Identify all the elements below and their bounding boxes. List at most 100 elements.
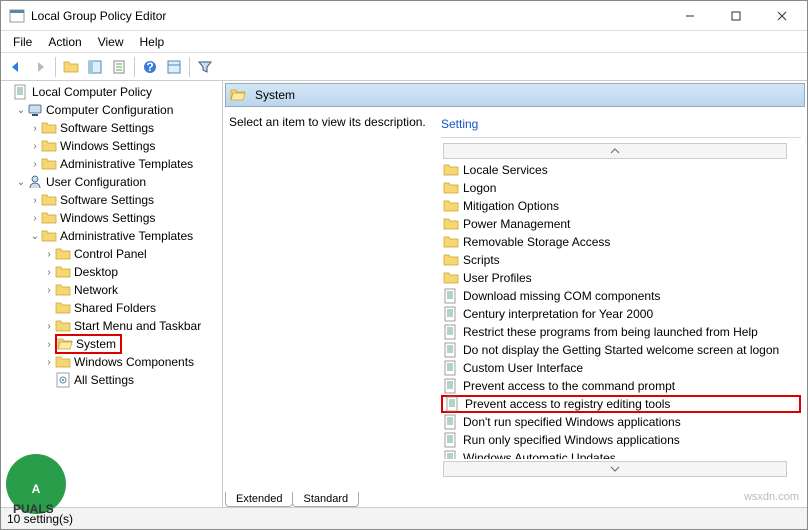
- folder-icon: [55, 282, 71, 298]
- expand-toggle[interactable]: ›: [29, 159, 41, 170]
- tree-cc-administrative-templates[interactable]: ›Administrative Templates: [29, 155, 222, 173]
- expand-toggle[interactable]: ›: [29, 123, 41, 134]
- setting-item-cmd[interactable]: Prevent access to the command prompt: [441, 377, 801, 395]
- tree-shared-folders[interactable]: Shared Folders: [43, 299, 222, 317]
- folder-icon: [55, 300, 71, 316]
- scroll-down-button[interactable]: [443, 461, 787, 477]
- tree-label: User Configuration: [46, 175, 146, 189]
- folder-icon: [55, 354, 71, 370]
- computer-icon: [27, 102, 43, 118]
- tree-user-configuration[interactable]: ⌄ User Configuration: [15, 173, 222, 191]
- setting-item-updates[interactable]: Windows Automatic Updates: [441, 449, 801, 459]
- menu-view[interactable]: View: [90, 33, 132, 51]
- folder-icon: [41, 156, 57, 172]
- expand-toggle[interactable]: ›: [43, 249, 55, 260]
- expand-toggle[interactable]: ›: [43, 267, 55, 278]
- folder-icon: [443, 216, 459, 232]
- filter-button[interactable]: [194, 56, 216, 78]
- up-button[interactable]: [60, 56, 82, 78]
- setting-item-com[interactable]: Download missing COM components: [441, 287, 801, 305]
- tree-network[interactable]: ›Network: [43, 281, 222, 299]
- tree-system[interactable]: › System: [43, 335, 222, 353]
- tree-root[interactable]: Local Computer Policy: [1, 83, 222, 101]
- menu-file[interactable]: File: [5, 33, 40, 51]
- setting-item-runonly[interactable]: Run only specified Windows applications: [441, 431, 801, 449]
- setting-item-regedit[interactable]: Prevent access to registry editing tools: [441, 395, 801, 413]
- tree-windows-components[interactable]: › Windows Components: [43, 353, 222, 371]
- setting-folder-locale[interactable]: Locale Services: [441, 161, 801, 179]
- tree-label: Administrative Templates: [60, 229, 193, 243]
- setting-label: Don't run specified Windows applications: [463, 415, 681, 429]
- svg-text:PUALS: PUALS: [13, 502, 54, 516]
- tab-extended[interactable]: Extended: [225, 492, 293, 507]
- maximize-button[interactable]: [713, 1, 759, 31]
- expand-toggle[interactable]: ›: [43, 321, 55, 332]
- export-list-button[interactable]: [108, 56, 130, 78]
- scroll-up-button[interactable]: [443, 143, 787, 159]
- tree-pane[interactable]: Local Computer Policy ⌄ Computer Configu…: [1, 81, 223, 507]
- policy-icon: [443, 414, 459, 430]
- tree-cc-software-settings[interactable]: ›Software Settings: [29, 119, 222, 137]
- expand-toggle[interactable]: ›: [29, 141, 41, 152]
- window-controls: [667, 1, 805, 31]
- properties-button[interactable]: [163, 56, 185, 78]
- back-button[interactable]: [5, 56, 27, 78]
- collapse-toggle[interactable]: ⌄: [15, 105, 27, 116]
- tree-uc-software-settings[interactable]: ›Software Settings: [29, 191, 222, 209]
- setting-folder-profiles[interactable]: User Profiles: [441, 269, 801, 287]
- setting-label: Removable Storage Access: [463, 235, 610, 249]
- expand-toggle[interactable]: ›: [29, 213, 41, 224]
- tree-label: Desktop: [74, 265, 118, 279]
- watermark: wsxdn.com: [744, 491, 799, 503]
- tab-standard[interactable]: Standard: [292, 492, 359, 507]
- tree-start-menu[interactable]: ›Start Menu and Taskbar: [43, 317, 222, 335]
- folder-icon: [443, 252, 459, 268]
- setting-label: Download missing COM components: [463, 289, 660, 303]
- setting-label: Century interpretation for Year 2000: [463, 307, 653, 321]
- expand-toggle[interactable]: ›: [43, 285, 55, 296]
- setting-folder-mitigation[interactable]: Mitigation Options: [441, 197, 801, 215]
- menu-help[interactable]: Help: [132, 33, 173, 51]
- statusbar: 10 setting(s): [1, 507, 807, 529]
- setting-folder-power[interactable]: Power Management: [441, 215, 801, 233]
- expand-toggle[interactable]: ›: [43, 339, 55, 350]
- settings-list[interactable]: Locale Services Logon Mitigation Options…: [441, 161, 801, 459]
- close-button[interactable]: [759, 1, 805, 31]
- setting-item-century[interactable]: Century interpretation for Year 2000: [441, 305, 801, 323]
- policy-icon: [443, 306, 459, 322]
- collapse-toggle[interactable]: ⌄: [29, 231, 41, 242]
- tree-all-settings[interactable]: All Settings: [43, 371, 222, 389]
- tree-uc-administrative-templates[interactable]: ⌄ Administrative Templates: [29, 227, 222, 245]
- settings-column-header[interactable]: Setting: [441, 115, 801, 138]
- collapse-toggle[interactable]: ⌄: [15, 177, 27, 188]
- minimize-button[interactable]: [667, 1, 713, 31]
- tree-cc-windows-settings[interactable]: ›Windows Settings: [29, 137, 222, 155]
- tree-control-panel[interactable]: ›Control Panel: [43, 245, 222, 263]
- description-text: Select an item to view its description.: [229, 115, 431, 129]
- setting-folder-logon[interactable]: Logon: [441, 179, 801, 197]
- setting-label: Do not display the Getting Started welco…: [463, 343, 779, 357]
- forward-button[interactable]: [29, 56, 51, 78]
- tree-desktop[interactable]: › Desktop: [43, 263, 222, 281]
- setting-folder-removable[interactable]: Removable Storage Access: [441, 233, 801, 251]
- menu-action[interactable]: Action: [40, 33, 89, 51]
- tree-label: Local Computer Policy: [32, 85, 152, 99]
- setting-label: Prevent access to registry editing tools: [465, 397, 670, 411]
- tree-uc-windows-settings[interactable]: ›Windows Settings: [29, 209, 222, 227]
- tree-computer-configuration[interactable]: ⌄ Computer Configuration: [15, 101, 222, 119]
- tree-label: Windows Components: [74, 355, 194, 369]
- folder-open-icon: [230, 87, 246, 103]
- show-hide-tree-button[interactable]: [84, 56, 106, 78]
- folder-icon: [443, 234, 459, 250]
- expand-toggle[interactable]: ›: [43, 357, 55, 368]
- setting-label: Locale Services: [463, 163, 548, 177]
- setting-item-getstarted[interactable]: Do not display the Getting Started welco…: [441, 341, 801, 359]
- expand-toggle[interactable]: ›: [29, 195, 41, 206]
- main-content: Local Computer Policy ⌄ Computer Configu…: [1, 81, 807, 507]
- pane-header: System: [225, 83, 805, 107]
- help-button[interactable]: ?: [139, 56, 161, 78]
- setting-item-restrict[interactable]: Restrict these programs from being launc…: [441, 323, 801, 341]
- setting-folder-scripts[interactable]: Scripts: [441, 251, 801, 269]
- setting-item-dontrun[interactable]: Don't run specified Windows applications: [441, 413, 801, 431]
- setting-item-customui[interactable]: Custom User Interface: [441, 359, 801, 377]
